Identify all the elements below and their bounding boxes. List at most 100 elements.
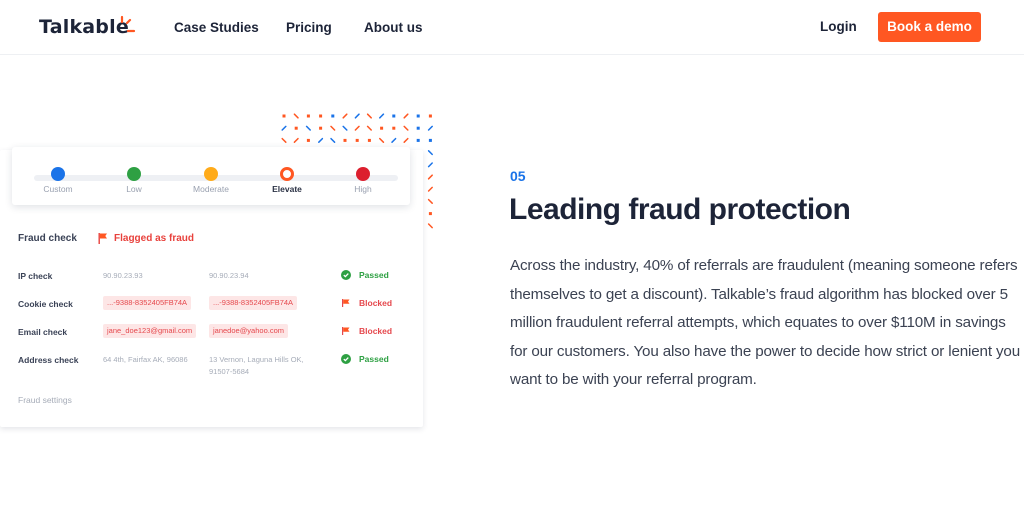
flag-icon bbox=[342, 299, 350, 307]
pattern-mark bbox=[379, 137, 385, 143]
fraud-settings-link[interactable]: Fraud settings bbox=[18, 395, 72, 405]
logo-spark-icon bbox=[120, 15, 136, 33]
level-dot bbox=[204, 167, 218, 181]
section-body: Across the industry, 40% of referrals ar… bbox=[510, 257, 1021, 388]
pattern-mark bbox=[319, 114, 323, 118]
pattern-mark bbox=[330, 125, 336, 131]
level-label: Low bbox=[126, 184, 142, 194]
pattern-mark bbox=[427, 162, 433, 168]
flag-icon bbox=[98, 233, 107, 244]
site-header: Talkable Case Studies Pricing About us L… bbox=[0, 0, 1024, 55]
ip-result: Passed bbox=[341, 270, 389, 280]
fraud-level-selector: Custom Low Moderate Elevate High bbox=[12, 147, 410, 205]
pattern-mark bbox=[427, 186, 433, 192]
pattern-mark bbox=[427, 198, 433, 204]
level-dot bbox=[280, 167, 294, 181]
result-text: Blocked bbox=[359, 326, 393, 336]
section-title: Leading fraud protection bbox=[509, 193, 851, 226]
level-label: Custom bbox=[43, 184, 73, 194]
row-label-address: Address check bbox=[18, 355, 79, 365]
row-label-email: Email check bbox=[18, 327, 68, 337]
pattern-mark bbox=[403, 137, 409, 143]
pattern-mark bbox=[416, 114, 420, 118]
pattern-mark bbox=[306, 114, 310, 118]
cookie-value-b: ...-9388-8352405FB74A bbox=[209, 296, 298, 310]
pattern-mark bbox=[355, 138, 359, 142]
pattern-mark bbox=[428, 138, 432, 142]
login-link[interactable]: Login bbox=[820, 19, 857, 34]
pattern-mark bbox=[391, 137, 397, 143]
pattern-mark bbox=[428, 212, 432, 216]
pattern-mark bbox=[403, 113, 409, 119]
pattern-mark bbox=[366, 125, 372, 131]
address-value-a: 64 4th, Fairfax AK, 96086 bbox=[103, 355, 188, 364]
pattern-mark bbox=[367, 138, 371, 142]
pattern-mark bbox=[306, 138, 310, 142]
cookie-result: Blocked bbox=[341, 298, 392, 308]
pattern-mark bbox=[379, 113, 385, 119]
pattern-mark bbox=[282, 114, 286, 118]
pattern-mark bbox=[331, 114, 335, 118]
pattern-mark bbox=[366, 113, 372, 119]
level-option-high[interactable]: High bbox=[323, 167, 403, 194]
nav-about-us[interactable]: About us bbox=[364, 20, 423, 35]
pattern-mark bbox=[354, 125, 360, 131]
pattern-mark bbox=[416, 126, 420, 130]
section-number: 05 bbox=[510, 168, 526, 184]
pattern-mark bbox=[427, 174, 433, 180]
pattern-mark bbox=[392, 114, 396, 118]
email-value-b: janedoe@yahoo.com bbox=[209, 324, 288, 338]
pattern-mark bbox=[354, 113, 360, 119]
ip-value-b: 90.90.23.94 bbox=[209, 271, 249, 280]
pattern-mark bbox=[330, 137, 336, 143]
level-dot bbox=[51, 167, 65, 181]
pattern-mark bbox=[342, 113, 348, 119]
level-option-low[interactable]: Low bbox=[94, 167, 174, 194]
address-value-b: 13 Vernon, Laguna Hills OK, bbox=[209, 355, 304, 364]
result-text: Blocked bbox=[359, 298, 393, 308]
email-value-a: jane_doe123@gmail.com bbox=[103, 324, 197, 338]
nav-pricing[interactable]: Pricing bbox=[286, 20, 332, 35]
pattern-mark bbox=[416, 138, 420, 142]
row-label-ip: IP check bbox=[18, 271, 53, 281]
pattern-mark bbox=[281, 137, 287, 143]
fraud-check-label: Fraud check bbox=[18, 233, 77, 244]
check-circle-icon bbox=[341, 354, 351, 364]
level-option-elevate[interactable]: Elevate bbox=[247, 167, 327, 194]
pattern-mark bbox=[342, 125, 348, 131]
pattern-mark bbox=[427, 223, 433, 229]
pattern-mark bbox=[318, 137, 324, 143]
check-circle-icon bbox=[341, 270, 351, 280]
level-dot bbox=[127, 167, 141, 181]
logo[interactable]: Talkable bbox=[39, 16, 129, 38]
result-text: Passed bbox=[359, 354, 389, 364]
address-result: Passed bbox=[341, 354, 389, 364]
pattern-mark bbox=[428, 114, 432, 118]
pattern-mark bbox=[380, 126, 384, 130]
pattern-mark bbox=[392, 126, 396, 130]
pattern-mark bbox=[293, 113, 299, 119]
row-label-cookie: Cookie check bbox=[18, 299, 73, 309]
level-label: Elevate bbox=[272, 184, 302, 194]
address-value-b-line2: 91507-5684 bbox=[209, 367, 250, 376]
pattern-mark bbox=[281, 125, 287, 131]
cookie-value-a: ...-9388-8352405FB74A bbox=[103, 296, 192, 310]
email-result: Blocked bbox=[341, 326, 392, 336]
level-label: Moderate bbox=[193, 184, 229, 194]
pattern-mark bbox=[343, 138, 347, 142]
pattern-mark bbox=[305, 125, 311, 131]
pattern-mark bbox=[294, 126, 298, 130]
pattern-mark bbox=[319, 126, 323, 130]
nav-case-studies[interactable]: Case Studies bbox=[174, 20, 259, 35]
book-demo-button[interactable]: Book a demo bbox=[878, 12, 981, 42]
pattern-mark bbox=[293, 137, 299, 143]
flag-icon bbox=[342, 327, 350, 335]
level-option-custom[interactable]: Custom bbox=[18, 167, 98, 194]
pattern-mark bbox=[403, 125, 409, 131]
level-label: High bbox=[354, 184, 372, 194]
pattern-mark bbox=[427, 150, 433, 156]
level-option-moderate[interactable]: Moderate bbox=[171, 167, 251, 194]
pattern-mark bbox=[427, 125, 433, 131]
fraud-status: Flagged as fraud bbox=[114, 233, 195, 244]
level-dot bbox=[356, 167, 370, 181]
